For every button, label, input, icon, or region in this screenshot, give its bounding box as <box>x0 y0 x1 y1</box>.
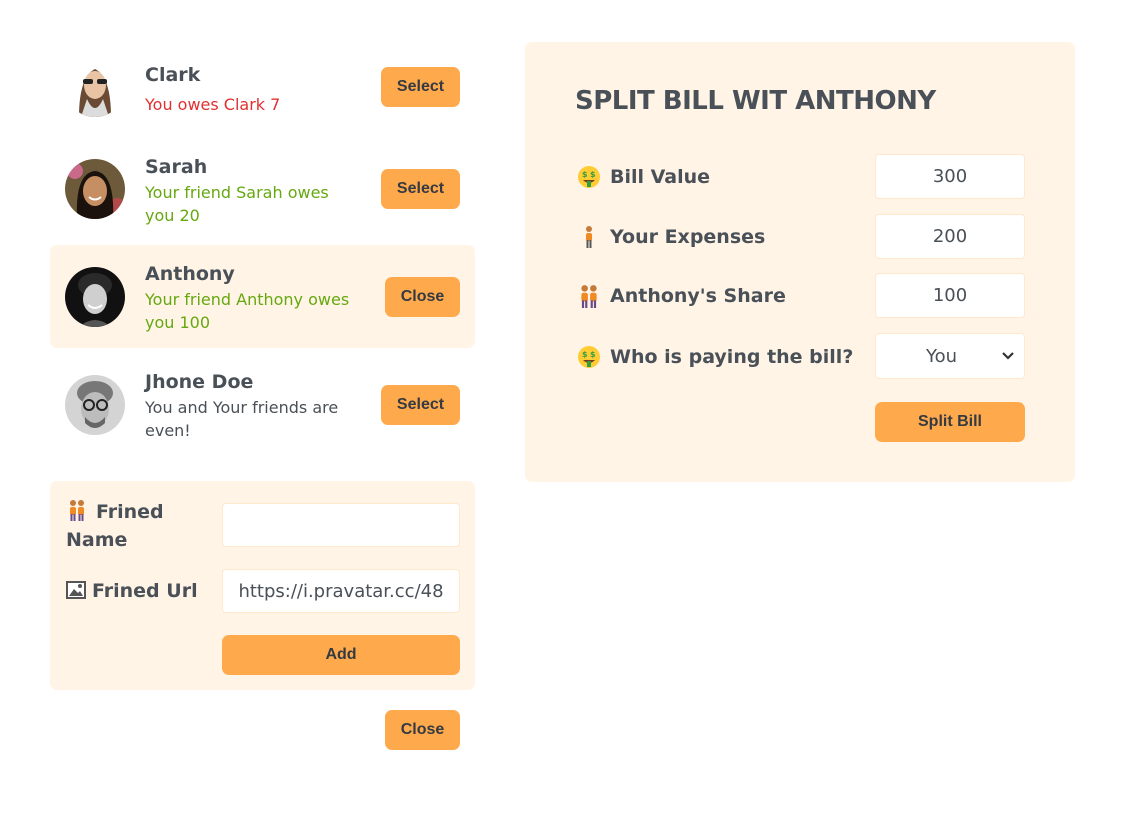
payer-select-value: You <box>926 345 958 367</box>
friend-item-selected: Anthony Your friend Anthony owes you 100… <box>50 245 475 348</box>
select-friend-button[interactable]: Select <box>381 385 460 425</box>
chevron-down-icon <box>1002 352 1014 360</box>
friend-share-input: 100 <box>875 273 1025 318</box>
select-friend-button[interactable]: Select <box>381 67 460 107</box>
bill-value-input[interactable]: 300 <box>875 154 1025 199</box>
friend-name-label: Frined Name <box>66 498 206 554</box>
money-face-icon: $ $ <box>578 346 600 368</box>
avatar <box>65 159 125 219</box>
friend-url-input[interactable]: https://i.pravatar.cc/48 <box>222 569 460 613</box>
payer-label: $ $ Who is paying the bill? <box>577 345 853 369</box>
split-bill-title: SPLIT BILL WIT ANTHONY <box>575 86 936 116</box>
your-expenses-label-text: Your Expenses <box>610 226 766 248</box>
friend-item: Sarah Your friend Sarah owes you 20 Sele… <box>50 144 475 244</box>
friend-share-label: Anthony's Share <box>577 284 786 308</box>
bill-value-label: $ $ Bill Value <box>577 165 710 189</box>
balance-text: You owes Clark 7 <box>145 95 281 114</box>
balance-text: Your friend Sarah owes you 20 <box>145 183 329 225</box>
balance-text: Your friend Anthony owes you 100 <box>145 290 350 332</box>
picture-icon <box>66 581 86 599</box>
balance-text: You and Your friends are even! <box>145 398 339 440</box>
close-friend-button[interactable]: Close <box>385 277 460 317</box>
split-bill-panel: SPLIT BILL WIT ANTHONY $ $ Bill Value 30… <box>525 42 1075 482</box>
people-icon <box>70 500 84 521</box>
friend-url-label: Frined Url <box>66 577 216 605</box>
add-friend-button[interactable]: Add <box>222 635 460 675</box>
friend-name: Anthony <box>145 263 235 285</box>
select-friend-button[interactable]: Select <box>381 169 460 209</box>
friend-share-label-text: Anthony's Share <box>610 285 786 307</box>
svg-text:$: $ <box>590 170 596 179</box>
people-icon <box>581 285 597 308</box>
your-expenses-label: Your Expenses <box>577 225 765 249</box>
friend-name: Clark <box>145 64 201 86</box>
friend-name-input[interactable] <box>222 503 460 547</box>
svg-text:$: $ <box>582 350 588 359</box>
svg-text:$: $ <box>582 170 588 179</box>
avatar <box>65 267 125 327</box>
add-friend-form: Frined Name Frined Url https://i.pravata… <box>50 481 475 690</box>
split-bill-button[interactable]: Split Bill <box>875 402 1025 442</box>
svg-text:$: $ <box>590 350 596 359</box>
friend-item: Jhone Doe You and Your friends are even!… <box>50 353 475 453</box>
avatar <box>65 57 125 117</box>
friend-name: Sarah <box>145 156 208 178</box>
friend-url-label-text: Frined Url <box>92 580 198 602</box>
friend-name: Jhone Doe <box>145 371 254 393</box>
your-expenses-input[interactable]: 200 <box>875 214 1025 259</box>
money-face-icon: $ $ <box>578 166 600 188</box>
avatar <box>65 375 125 435</box>
bill-value-label-text: Bill Value <box>610 166 711 188</box>
person-icon <box>586 226 592 248</box>
payer-label-text: Who is paying the bill? <box>610 346 854 368</box>
close-form-button[interactable]: Close <box>385 710 460 750</box>
friend-item: Clark You owes Clark 7 Select <box>50 42 475 137</box>
payer-select[interactable]: You <box>875 333 1025 379</box>
